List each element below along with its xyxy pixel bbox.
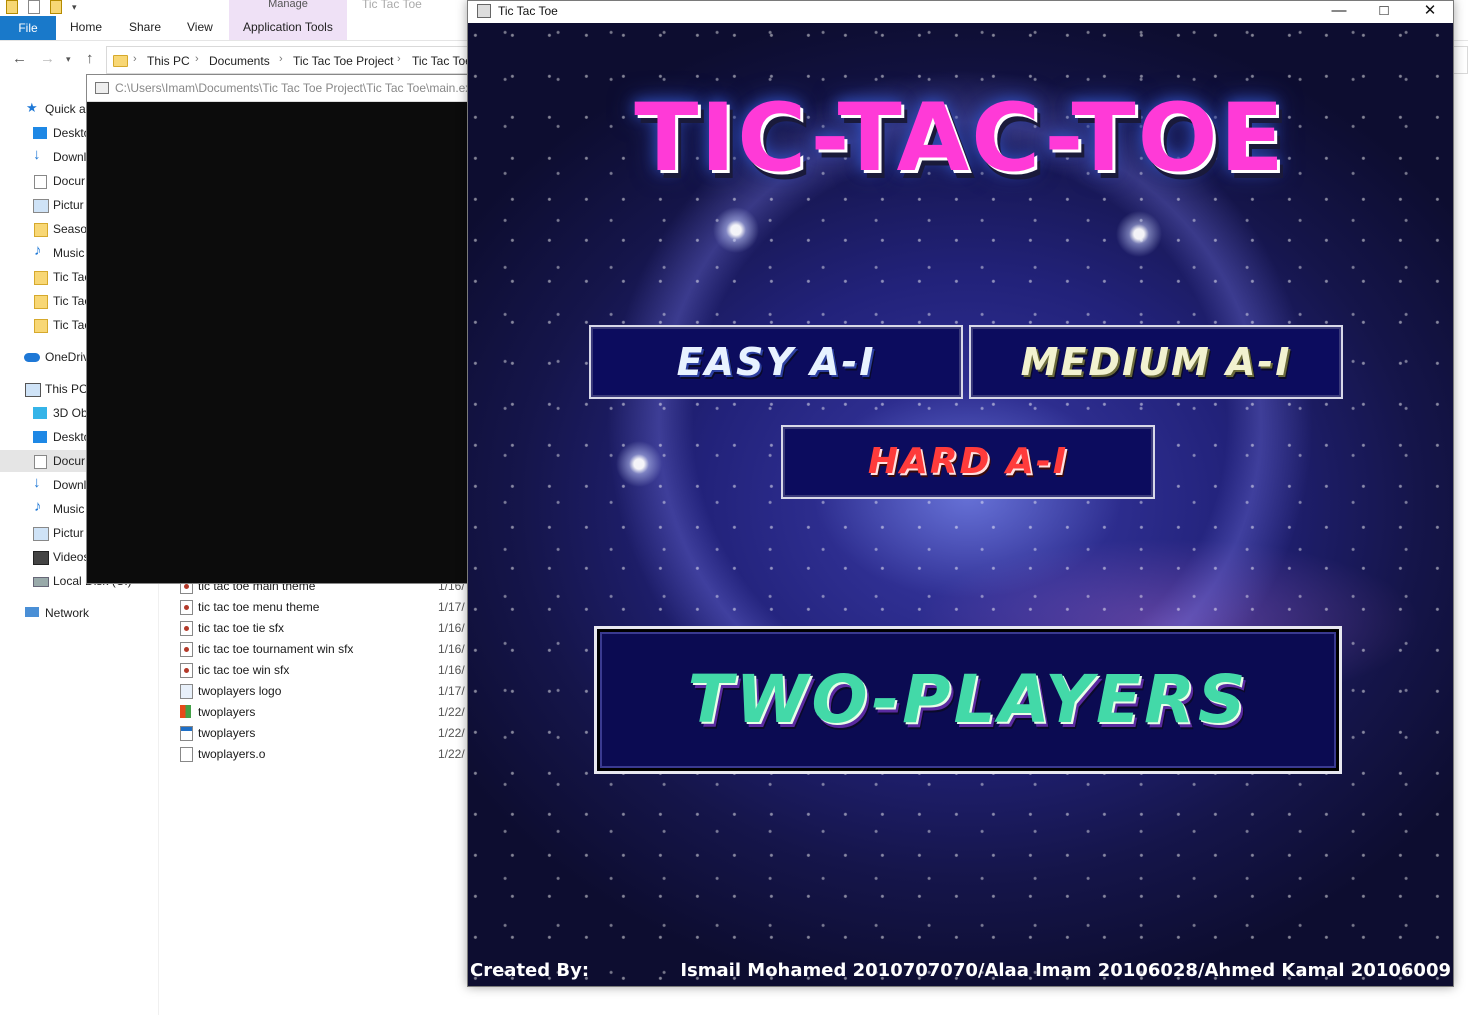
pictures-icon [33, 199, 49, 213]
folder-icon [34, 319, 48, 333]
chevron-right-icon: › [397, 53, 401, 65]
image-file-icon [180, 684, 193, 699]
document-icon [34, 175, 47, 189]
sidebar-item-network[interactable]: Network [0, 602, 158, 624]
hard-ai-button[interactable]: HARD A-I [781, 425, 1155, 499]
video-icon [33, 551, 49, 565]
file-row[interactable]: tic tac toe menu theme 1/17/ [178, 597, 478, 618]
light-flare [713, 207, 759, 253]
app-icon [477, 4, 491, 18]
tab-home[interactable]: Home [70, 20, 102, 34]
hard-ai-label: HARD A-I [867, 441, 1069, 482]
folder-icon [34, 295, 48, 309]
tab-file[interactable]: File [0, 16, 56, 40]
breadcrumb-tic-tac-toe[interactable]: Tic Tac Toe [412, 54, 472, 68]
game-window: Tic Tac Toe — □ ✕ TiC-TAC-TOE EASY A-I M… [467, 0, 1454, 987]
light-flare [1116, 211, 1162, 257]
credits-bar: Created By: Ismail Mohamed 2010707070/Al… [468, 959, 1453, 985]
up-arrow-icon[interactable]: ↑ [86, 50, 94, 67]
medium-ai-label: MEDIUM A-I [1020, 340, 1292, 384]
network-icon [25, 607, 39, 617]
easy-ai-label: EASY A-I [676, 340, 876, 384]
close-icon[interactable]: ✕ [1407, 1, 1453, 23]
cube-icon [33, 407, 47, 419]
breadcrumb-this-pc[interactable]: This PC [147, 54, 190, 68]
back-arrow-icon[interactable]: ← [12, 50, 27, 67]
forward-arrow-icon[interactable]: → [40, 50, 55, 67]
easy-ai-button[interactable]: EASY A-I [589, 325, 963, 399]
folder-icon [34, 223, 48, 237]
credits-label: Created By: [470, 960, 590, 981]
pictures-icon [33, 527, 49, 541]
medium-ai-button[interactable]: MEDIUM A-I [969, 325, 1343, 399]
properties-icon[interactable] [28, 0, 40, 14]
chevron-right-icon: › [133, 53, 137, 65]
console-icon [95, 82, 109, 94]
tab-share[interactable]: Share [129, 20, 161, 34]
credits-names: Ismail Mohamed 2010707070/Alaa Imam 2010… [680, 960, 1451, 981]
manage-label: Manage [268, 0, 308, 10]
maximize-icon[interactable]: □ [1361, 1, 1407, 23]
breadcrumb-project[interactable]: Tic Tac Toe Project [293, 54, 394, 68]
game-logo: TiC-TAC-TOE [550, 79, 1370, 199]
chevron-right-icon: › [195, 53, 199, 65]
logo-text: TiC-TAC-TOE [634, 84, 1286, 193]
chevron-down-icon[interactable]: ▾ [72, 2, 77, 13]
game-canvas: TiC-TAC-TOE EASY A-I MEDIUM A-I HARD A-I… [468, 23, 1453, 986]
explorer-title: Tic Tac Toe [362, 0, 422, 11]
file-row[interactable]: tic tac toe tournament win sfx 1/16/ [178, 639, 478, 660]
console-titlebar[interactable]: C:\Users\Imam\Documents\Tic Tac Toe Proj… [87, 75, 477, 102]
audio-file-icon [180, 663, 193, 678]
tab-application-tools[interactable]: Application Tools [243, 20, 333, 34]
file-row[interactable]: twoplayers 1/22/ [178, 723, 478, 744]
breadcrumb-documents[interactable]: Documents [209, 54, 270, 68]
file-row[interactable]: tic tac toe win sfx 1/16/ [178, 660, 478, 681]
download-icon: ↓ [33, 474, 41, 491]
console-window[interactable]: C:\Users\Imam\Documents\Tic Tac Toe Proj… [86, 74, 478, 584]
document-icon [34, 455, 47, 469]
tab-view[interactable]: View [187, 20, 213, 34]
folder-icon [113, 55, 128, 67]
light-flare [616, 441, 662, 487]
window-title: Tic Tac Toe [498, 4, 558, 18]
new-folder-icon[interactable] [50, 0, 62, 14]
chevron-right-icon: › [279, 53, 283, 65]
file-icon [180, 747, 193, 762]
audio-file-icon [180, 621, 193, 636]
two-players-label: TWO-PLAYERS [687, 661, 1249, 738]
quick-access-toolbar: ▾ [6, 0, 77, 14]
minimize-icon[interactable]: — [1316, 1, 1362, 23]
music-icon: ♪ [34, 498, 42, 515]
audio-file-icon [180, 600, 193, 615]
file-row[interactable]: twoplayers 1/22/ [178, 702, 478, 723]
recent-locations-icon[interactable]: ▾ [66, 54, 71, 65]
desktop-icon [33, 431, 47, 443]
file-row[interactable]: tic tac toe tie sfx 1/16/ [178, 618, 478, 639]
folder-icon [34, 271, 48, 285]
file-row[interactable]: twoplayers logo 1/17/ [178, 681, 478, 702]
desktop-icon [33, 127, 47, 139]
star-icon: ★ [26, 100, 38, 115]
music-icon: ♪ [34, 242, 42, 259]
game-titlebar[interactable]: Tic Tac Toe — □ ✕ [468, 1, 1453, 23]
disk-icon [33, 577, 49, 587]
console-title: C:\Users\Imam\Documents\Tic Tac Toe Proj… [115, 81, 471, 95]
application-icon [180, 705, 191, 718]
file-row[interactable]: twoplayers.o 1/22/ [178, 744, 478, 765]
two-players-button[interactable]: TWO-PLAYERS [594, 626, 1342, 774]
cloud-icon [24, 353, 40, 362]
audio-file-icon [180, 642, 193, 657]
download-icon: ↓ [33, 146, 41, 163]
computer-icon [25, 383, 41, 397]
folder-icon[interactable] [6, 0, 18, 14]
window-file-icon [180, 726, 193, 741]
